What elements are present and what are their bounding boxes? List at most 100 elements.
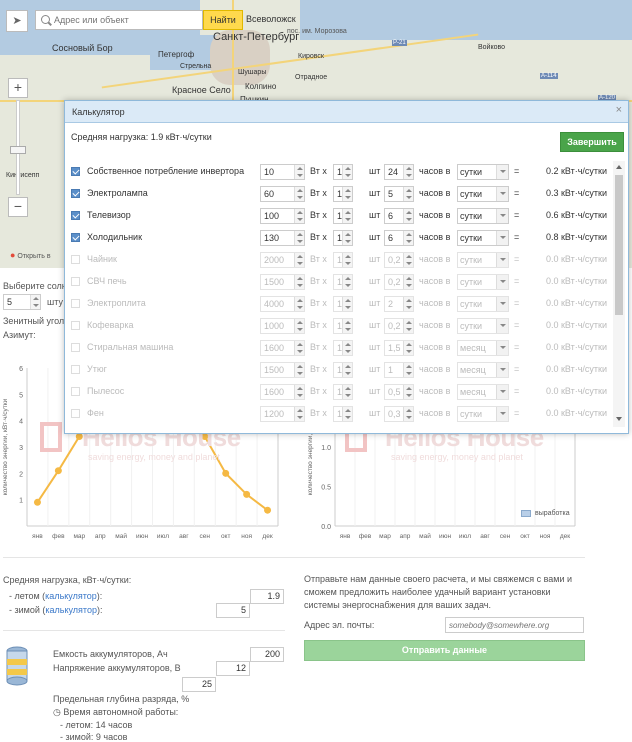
hours-stepper[interactable]: 0,2 xyxy=(384,274,414,290)
count-stepper[interactable]: 1 xyxy=(333,296,353,312)
hours-stepper[interactable]: 5 xyxy=(384,186,414,202)
stepper-arrows-icon[interactable] xyxy=(403,363,413,377)
chevron-down-icon[interactable] xyxy=(496,363,508,377)
appliance-checkbox[interactable] xyxy=(71,189,80,198)
power-stepper[interactable]: 1500 xyxy=(260,362,305,378)
map-search-input[interactable] xyxy=(36,11,202,29)
chevron-down-icon[interactable] xyxy=(496,385,508,399)
period-select[interactable]: сутки xyxy=(457,296,509,312)
hours-stepper[interactable]: 2 xyxy=(384,296,414,312)
stepper-arrows-icon[interactable] xyxy=(294,385,304,399)
hours-stepper[interactable]: 0,3 xyxy=(384,406,414,422)
map-search-field[interactable] xyxy=(35,10,203,30)
stepper-arrows-icon[interactable] xyxy=(403,319,413,333)
finish-button[interactable]: Завершить xyxy=(560,132,624,152)
stepper-arrows-icon[interactable] xyxy=(342,319,352,333)
stepper-arrows-icon[interactable] xyxy=(294,165,304,179)
scroll-up-icon[interactable] xyxy=(616,165,622,169)
hours-stepper[interactable]: 0,5 xyxy=(384,384,414,400)
chevron-down-icon[interactable] xyxy=(496,253,508,267)
count-stepper[interactable]: 1 xyxy=(333,384,353,400)
power-stepper[interactable]: 1200 xyxy=(260,406,305,422)
stepper-arrows-icon[interactable] xyxy=(403,385,413,399)
depth-input[interactable]: 25 xyxy=(182,677,216,692)
stepper-arrows-icon[interactable] xyxy=(342,407,352,421)
period-select[interactable]: сутки xyxy=(457,208,509,224)
winter-load-input[interactable]: 5 xyxy=(216,603,250,618)
hours-stepper[interactable]: 1 xyxy=(384,362,414,378)
panels-count-stepper[interactable]: 5 xyxy=(3,294,41,310)
scrollbar[interactable] xyxy=(613,161,625,427)
stepper-arrows-icon[interactable] xyxy=(403,209,413,223)
count-stepper[interactable]: 1 xyxy=(333,230,353,246)
power-stepper[interactable]: 60 xyxy=(260,186,305,202)
appliance-checkbox[interactable] xyxy=(71,299,80,308)
stepper-arrows-icon[interactable] xyxy=(403,187,413,201)
hours-stepper[interactable]: 24 xyxy=(384,164,414,180)
period-select[interactable]: сутки xyxy=(457,164,509,180)
stepper-arrows-icon[interactable] xyxy=(342,275,352,289)
power-stepper[interactable]: 10 xyxy=(260,164,305,180)
stepper-arrows-icon[interactable] xyxy=(294,275,304,289)
close-icon[interactable]: × xyxy=(616,104,622,116)
count-stepper[interactable]: 1 xyxy=(333,362,353,378)
power-stepper[interactable]: 1500 xyxy=(260,274,305,290)
stepper-arrows-icon[interactable] xyxy=(294,231,304,245)
stepper-arrows-icon[interactable] xyxy=(342,187,352,201)
chevron-down-icon[interactable] xyxy=(496,275,508,289)
period-select[interactable]: месяц xyxy=(457,362,509,378)
map-find-button[interactable]: Найти xyxy=(203,10,243,30)
period-select[interactable]: сутки xyxy=(457,230,509,246)
stepper-arrows-icon[interactable] xyxy=(342,209,352,223)
count-stepper[interactable]: 1 xyxy=(333,186,353,202)
period-select[interactable]: сутки xyxy=(457,318,509,334)
stepper-arrows-icon[interactable] xyxy=(342,253,352,267)
zoom-slider-handle[interactable] xyxy=(10,146,26,154)
power-stepper[interactable]: 1600 xyxy=(260,384,305,400)
zoom-in-button[interactable]: + xyxy=(8,78,28,98)
count-stepper[interactable]: 1 xyxy=(333,208,353,224)
appliance-checkbox[interactable] xyxy=(71,321,80,330)
locate-arrow-icon[interactable]: ➤ xyxy=(6,10,28,32)
scroll-down-icon[interactable] xyxy=(616,417,622,421)
stepper-arrows-icon[interactable] xyxy=(294,341,304,355)
appliance-checkbox[interactable] xyxy=(71,277,80,286)
stepper-arrows-icon[interactable] xyxy=(403,275,413,289)
stepper-arrows-icon[interactable] xyxy=(294,209,304,223)
hours-stepper[interactable]: 0,2 xyxy=(384,318,414,334)
stepper-arrows-icon[interactable] xyxy=(403,297,413,311)
email-input[interactable] xyxy=(445,617,584,633)
appliance-checkbox[interactable] xyxy=(71,211,80,220)
voltage-input[interactable]: 12 xyxy=(216,661,250,676)
chevron-down-icon[interactable] xyxy=(496,297,508,311)
period-select[interactable]: сутки xyxy=(457,186,509,202)
stepper-arrows-icon[interactable] xyxy=(294,319,304,333)
stepper-arrows-icon[interactable] xyxy=(294,187,304,201)
stepper-arrows-icon[interactable] xyxy=(294,407,304,421)
stepper-arrows-icon[interactable] xyxy=(294,253,304,267)
stepper-arrows-icon[interactable] xyxy=(403,341,413,355)
appliance-checkbox[interactable] xyxy=(71,387,80,396)
appliance-checkbox[interactable] xyxy=(71,409,80,418)
appliance-checkbox[interactable] xyxy=(71,343,80,352)
stepper-arrows-icon[interactable] xyxy=(342,385,352,399)
appliance-checkbox[interactable] xyxy=(71,365,80,374)
count-stepper[interactable]: 1 xyxy=(333,252,353,268)
period-select[interactable]: месяц xyxy=(457,340,509,356)
capacity-input[interactable]: 200 xyxy=(250,647,284,662)
stepper-arrows-icon[interactable] xyxy=(403,165,413,179)
map-open-link[interactable]: ● Открыть в xyxy=(10,250,51,260)
power-stepper[interactable]: 130 xyxy=(260,230,305,246)
winter-calculator-link[interactable]: калькулятор xyxy=(45,605,97,615)
hours-stepper[interactable]: 0,2 xyxy=(384,252,414,268)
count-stepper[interactable]: 1 xyxy=(333,340,353,356)
chevron-down-icon[interactable] xyxy=(496,209,508,223)
chevron-down-icon[interactable] xyxy=(496,187,508,201)
stepper-arrows-icon[interactable] xyxy=(403,231,413,245)
summer-calculator-link[interactable]: калькулятор xyxy=(45,591,97,601)
chevron-down-icon[interactable] xyxy=(496,165,508,179)
stepper-arrows-icon[interactable] xyxy=(30,295,40,309)
stepper-arrows-icon[interactable] xyxy=(342,363,352,377)
zoom-out-button[interactable]: − xyxy=(8,197,28,217)
send-data-button[interactable]: Отправить данные xyxy=(304,640,585,661)
